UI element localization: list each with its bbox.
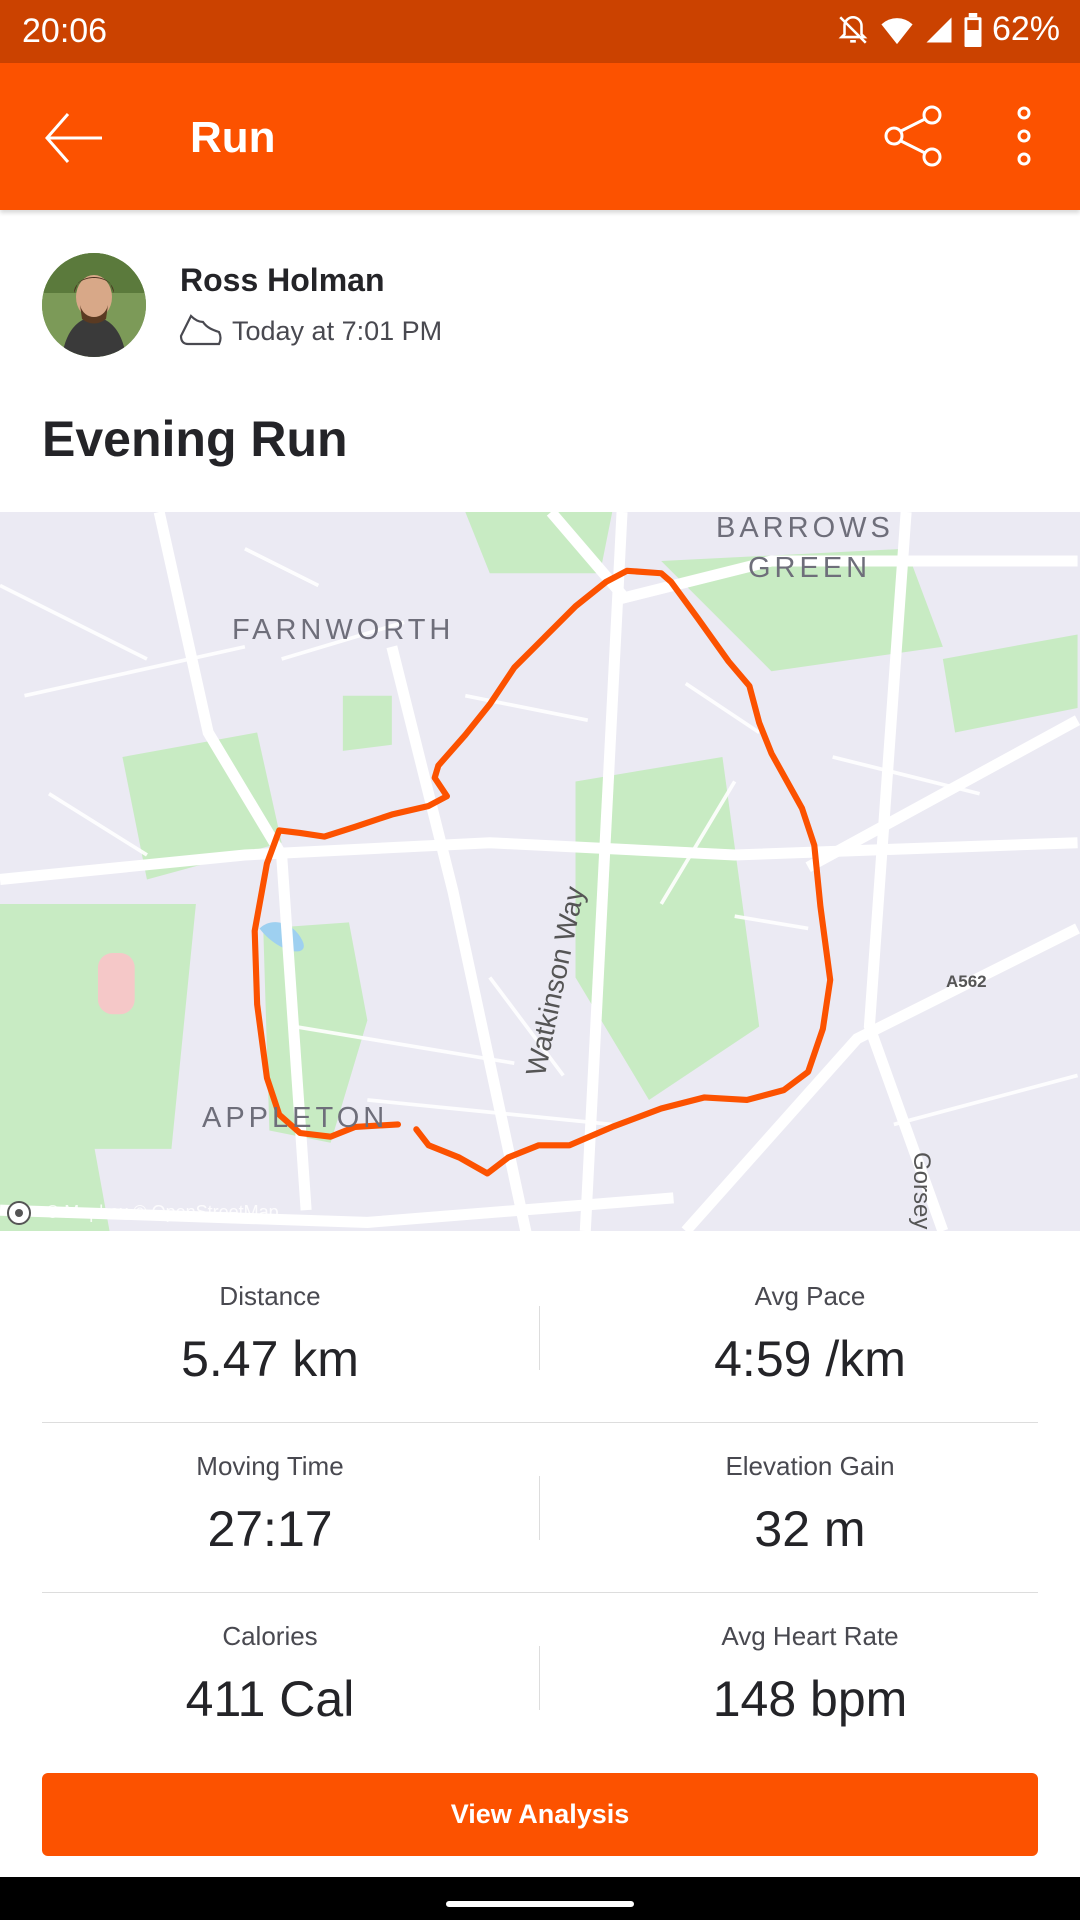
back-arrow-icon[interactable] (44, 111, 104, 165)
divider (42, 1422, 1038, 1423)
battery-level: 62% (991, 10, 1060, 48)
divider (539, 1306, 540, 1370)
stat-elevation-gain: Elevation Gain 32 m (725, 1451, 895, 1557)
athlete-avatar[interactable] (42, 253, 146, 357)
divider (42, 1592, 1038, 1593)
toolbar-title: Run (190, 113, 276, 162)
map-label-appleton: APPLETON (202, 1102, 389, 1134)
map-label-farnworth: FARNWORTH (232, 614, 455, 646)
do-not-disturb-icon (838, 15, 868, 44)
activity-date: Today at 7:01 PM (232, 316, 443, 346)
divider (539, 1476, 540, 1540)
clock: 20:06 (22, 12, 108, 50)
mapbox-logo-icon[interactable] (6, 1200, 32, 1226)
map-attribution[interactable]: © Mapbox © OpenStreetMap (46, 1202, 279, 1223)
stat-calories: Calories 411 Cal (185, 1621, 355, 1727)
stat-distance: Distance 5.47 km (181, 1281, 359, 1387)
route-map[interactable]: FARNWORTH BARROWS GREEN APPLETON A562 Wa… (0, 512, 1080, 1231)
navigation-bar (0, 1877, 1080, 1920)
stat-avg-heart-rate: Avg Heart Rate 148 bpm (712, 1621, 908, 1727)
map-label-barrows: BARROWS (716, 512, 894, 544)
view-analysis-button[interactable]: View Analysis (42, 1773, 1038, 1856)
app-toolbar: Run (0, 63, 1080, 210)
activity-title: Evening Run (42, 411, 348, 467)
signal-icon (926, 17, 952, 42)
battery-icon (964, 12, 982, 47)
wifi-icon (881, 17, 913, 44)
stat-avg-pace: Avg Pace 4:59 /km (714, 1281, 906, 1387)
more-options-icon[interactable] (1012, 105, 1036, 167)
park-areas (0, 512, 1078, 1231)
divider (539, 1646, 540, 1710)
map-label-gorsey: Gorsey (908, 1152, 935, 1230)
map-label-green: GREEN (748, 552, 872, 584)
stat-moving-time: Moving Time 27:17 (196, 1451, 344, 1557)
shoe-icon (179, 314, 222, 346)
athlete-name[interactable]: Ross Holman (180, 262, 384, 299)
home-handle[interactable] (446, 1901, 634, 1907)
map-label-a562: A562 (946, 972, 987, 991)
share-icon[interactable] (882, 103, 944, 169)
status-bar: 20:06 62% (0, 0, 1080, 63)
